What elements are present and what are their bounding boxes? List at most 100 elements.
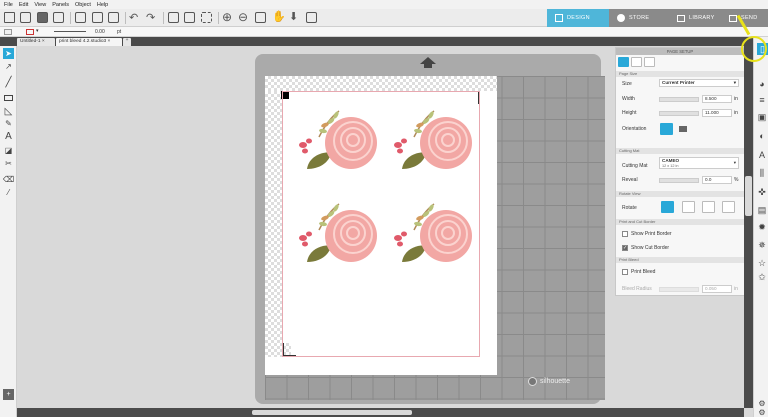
cut-icon[interactable]: [75, 12, 86, 23]
edit-points-icon[interactable]: ↗: [3, 61, 14, 72]
image-tab-icon[interactable]: [644, 57, 655, 67]
star-outline-icon[interactable]: ☆: [757, 258, 767, 268]
text-tool-icon[interactable]: A: [3, 131, 14, 142]
width-slider[interactable]: [659, 97, 699, 102]
flower-artwork[interactable]: [290, 105, 480, 270]
portrait-orientation-icon[interactable]: [660, 123, 673, 135]
show-print-border-checkbox[interactable]: [622, 231, 628, 237]
page-setup-tab-icon[interactable]: [618, 57, 629, 67]
star-burst-icon[interactable]: ✹: [757, 222, 767, 232]
text-style-icon[interactable]: A: [757, 150, 767, 160]
undo-icon[interactable]: ↶: [129, 11, 138, 24]
new-document-icon[interactable]: [4, 12, 15, 23]
bleed-radius-slider[interactable]: [659, 287, 699, 292]
print-icon[interactable]: [53, 12, 64, 23]
add-folder-icon[interactable]: +: [3, 389, 14, 400]
close-icon[interactable]: ×: [108, 39, 111, 44]
tab-library[interactable]: LIBRARY: [669, 9, 721, 27]
horizontal-scroll-thumb[interactable]: [252, 410, 412, 415]
knife-tool-icon[interactable]: ✂: [3, 158, 14, 169]
library-icon: [677, 14, 685, 22]
flower-bottom-right[interactable]: [393, 202, 473, 263]
document-tab-bar: Untitled-1 × print bleed 4.2.studio3 × +: [0, 37, 768, 46]
redo-icon[interactable]: ↷: [146, 11, 155, 24]
menu-file[interactable]: File: [4, 2, 13, 8]
line-tool-icon[interactable]: ╱: [3, 77, 14, 88]
reveal-input[interactable]: 0.0: [702, 176, 732, 184]
flower-bottom-left[interactable]: [298, 202, 378, 263]
fill-tool-icon[interactable]: ◪: [3, 145, 14, 156]
cutting-mat-dropdown[interactable]: CAMEO 12 x 12 in ▾: [659, 157, 739, 169]
menu-view[interactable]: View: [34, 2, 46, 8]
zoom-in-icon[interactable]: ⊕: [222, 10, 232, 24]
open-folder-icon[interactable]: [20, 12, 31, 23]
doc-tab-print-bleed[interactable]: print bleed 4.2.studio3 ×: [56, 38, 122, 46]
rotate-180-icon[interactable]: [702, 201, 715, 213]
show-cut-border-checkbox[interactable]: ✓: [622, 245, 628, 251]
reveal-unit: %: [734, 177, 739, 183]
group-icon[interactable]: [168, 12, 179, 23]
doc-tab-untitled[interactable]: Untitled-1 ×: [17, 38, 55, 46]
move-down-icon[interactable]: ⬇: [289, 10, 298, 23]
ungroup-icon[interactable]: [184, 12, 195, 23]
rotate-0-icon[interactable]: [661, 201, 674, 213]
close-icon[interactable]: ×: [42, 39, 45, 44]
section-print-cut-border: Print and Cut Border: [616, 219, 746, 225]
eyedropper-tool-icon[interactable]: ⁄: [3, 187, 14, 198]
width-input[interactable]: 8.500: [702, 95, 732, 103]
polygon-tool-icon[interactable]: ◺: [3, 106, 14, 117]
grid-tab-icon[interactable]: [631, 57, 642, 67]
vertical-scrollbar[interactable]: [744, 46, 753, 408]
align-icon[interactable]: ⫼: [757, 168, 767, 178]
reveal-slider[interactable]: [659, 178, 699, 183]
vertical-scroll-thumb[interactable]: [745, 176, 752, 216]
rectangle-tool-icon[interactable]: [3, 92, 14, 103]
tab-store[interactable]: STORE: [609, 9, 669, 27]
landscape-orientation-icon[interactable]: [676, 123, 689, 135]
fit-page-icon[interactable]: [306, 12, 317, 23]
transparency-icon[interactable]: ◐: [757, 131, 767, 141]
show-cut-border-label: Show Cut Border: [631, 245, 670, 251]
zoom-out-icon[interactable]: ⊖: [238, 10, 248, 24]
flower-top-left[interactable]: [298, 109, 378, 170]
line-color-swatch[interactable]: [26, 29, 34, 35]
tab-store-label: STORE: [629, 15, 650, 21]
help-gear-icon[interactable]: ⚙: [757, 407, 767, 417]
flower-top-right[interactable]: [393, 109, 473, 170]
rotate-270-icon[interactable]: [722, 201, 735, 213]
print-bleed-checkbox[interactable]: [622, 269, 628, 275]
rotate-90-icon[interactable]: [682, 201, 695, 213]
height-slider[interactable]: [659, 111, 699, 116]
height-input[interactable]: 11.000: [702, 109, 732, 117]
pencil-tool-icon[interactable]: ✎: [3, 118, 14, 129]
color-palette-icon[interactable]: ◕: [757, 79, 767, 89]
select-arrow-icon[interactable]: ➤: [3, 48, 14, 59]
copy-icon[interactable]: [92, 12, 103, 23]
save-icon[interactable]: [37, 12, 48, 23]
feed-direction-arrow-icon: [420, 57, 436, 64]
line-style-icon[interactable]: ≡: [757, 95, 767, 105]
replicate-icon[interactable]: ▤: [757, 205, 767, 215]
star-icon[interactable]: ✩: [757, 272, 767, 282]
fill-panel-icon[interactable]: ▣: [757, 112, 767, 122]
horizontal-scrollbar[interactable]: [17, 408, 744, 417]
transform-icon[interactable]: ✜: [757, 187, 767, 197]
select-all-icon[interactable]: [201, 12, 212, 23]
pan-hand-icon[interactable]: ✋: [272, 10, 286, 23]
size-dropdown[interactable]: Current Printer ▾: [659, 79, 739, 87]
new-tab-button[interactable]: +: [123, 38, 131, 46]
tab-design[interactable]: DESIGN: [547, 9, 609, 27]
line-style-preview[interactable]: [54, 31, 86, 32]
paste-icon[interactable]: [108, 12, 119, 23]
bleed-radius-input[interactable]: 0.050: [702, 285, 732, 293]
zoom-selection-icon[interactable]: [255, 12, 266, 23]
menu-panels[interactable]: Panels: [52, 2, 69, 8]
fill-color-swatch[interactable]: [4, 29, 12, 35]
menu-object[interactable]: Object: [75, 2, 91, 8]
menu-help[interactable]: Help: [97, 2, 108, 8]
menu-edit[interactable]: Edit: [19, 2, 28, 8]
eraser-tool-icon[interactable]: ⌫: [3, 174, 14, 185]
chevron-down-icon[interactable]: ▾: [36, 28, 39, 34]
stars-icon[interactable]: ✵: [757, 240, 767, 250]
line-width-value[interactable]: 0.00: [95, 29, 105, 35]
